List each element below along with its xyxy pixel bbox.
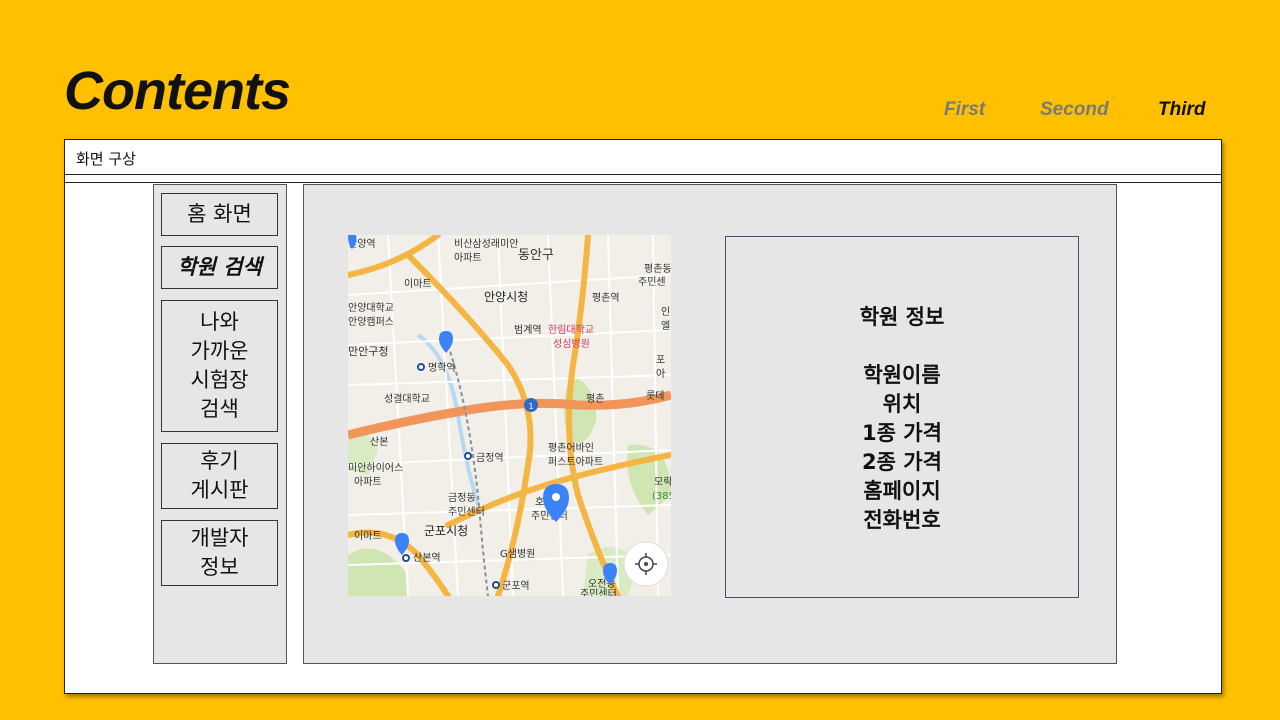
map-label: 군포시청 <box>424 524 468 538</box>
nav-second[interactable]: Second <box>1040 99 1109 123</box>
panel-divider <box>65 182 1221 183</box>
map-label: (385 <box>652 491 671 502</box>
academy-info-title: 학원 정보 <box>859 305 945 329</box>
map-label: 만안구청 <box>348 345 388 358</box>
map-label: 명학역 <box>428 362 456 374</box>
map-label: 금정역 <box>476 452 504 464</box>
map-label: G샘병원 <box>500 548 535 560</box>
map-label: 평촌역 <box>592 292 620 304</box>
map-label: 안양시청 <box>484 290 528 304</box>
nav-first[interactable]: First <box>944 99 985 123</box>
map-label: 모락 <box>654 476 671 488</box>
nav-third[interactable]: Third <box>1158 99 1206 123</box>
map-label: 아파트 <box>454 252 482 264</box>
map-label: 평촌 <box>586 393 604 405</box>
sidebar-item-academy-search[interactable]: 학원 검색 <box>161 246 278 289</box>
map-label: 산본역 <box>413 552 441 564</box>
sidebar-item-home[interactable]: 홈 화면 <box>161 193 278 236</box>
sidebar: 홈 화면 학원 검색 나와 가까운 시험장 검색 후기 게시판 개발자 정보 <box>153 184 287 664</box>
map-label: 포 <box>656 355 665 366</box>
field-class2-price: 2종 가격 <box>862 450 942 474</box>
map-label: 군포역 <box>502 580 530 592</box>
panel-header: 화면 구상 <box>65 140 1221 175</box>
map-label: 평촌동 <box>644 263 671 275</box>
sidebar-item-reviews[interactable]: 후기 게시판 <box>161 443 278 509</box>
map-label: 평촌어바인 <box>548 442 594 454</box>
content-panel: 화면 구상 홈 화면 학원 검색 나와 가까운 시험장 검색 후기 게시판 개발… <box>64 139 1222 694</box>
sidebar-item-nearby-test-site[interactable]: 나와 가까운 시험장 검색 <box>161 300 278 432</box>
field-academy-name: 학원이름 <box>863 363 941 387</box>
academy-info-box: 학원 정보 학원이름 위치 1종 가격 2종 가격 홈페이지 전화번호 <box>725 236 1079 598</box>
map-label: 주민센터 <box>448 506 485 518</box>
map-label: 이마트 <box>354 530 382 542</box>
map-label: 한림대학교 <box>548 324 594 336</box>
map-label: 롯데 <box>646 390 664 402</box>
field-homepage: 홈페이지 <box>863 479 941 503</box>
page-title: Contents <box>64 61 291 121</box>
map-label: 퍼스트아파트 <box>548 456 603 468</box>
academy-info-fields: 학원이름 위치 1종 가격 2종 가격 홈페이지 전화번호 <box>726 361 1078 535</box>
map-label: 성결대학교 <box>384 393 430 405</box>
map-label: 범계역 <box>514 324 542 336</box>
main-area: 1 비산삼성래미안 아파트 동안구 평촌동 주민센 이마트 안양시청 평촌역 안… <box>303 184 1117 664</box>
map-label: 인 <box>661 306 670 318</box>
map-label: 비산삼성래미안 <box>454 238 518 250</box>
map-label: 아파트 <box>354 476 382 488</box>
field-location: 위치 <box>882 392 922 416</box>
map-label: 안양캠퍼스 <box>348 316 394 328</box>
map-label: 금정동 <box>448 492 476 504</box>
map-label: 주민센터 <box>580 588 617 596</box>
field-class1-price: 1종 가격 <box>862 421 942 445</box>
map-label: 동안구 <box>518 248 554 263</box>
map-label: 주민센 <box>638 276 666 288</box>
current-location-icon[interactable] <box>623 541 669 587</box>
sidebar-item-developer[interactable]: 개발자 정보 <box>161 520 278 586</box>
panel-title: 화면 구상 <box>76 150 136 168</box>
map-label: 안양대학교 <box>348 302 394 314</box>
map-label: 성심병원 <box>553 338 590 350</box>
field-phone: 전화번호 <box>863 508 941 532</box>
svg-text:1: 1 <box>528 402 533 411</box>
map-label: 산본 <box>370 436 388 448</box>
highway-badge-icon: 1 <box>524 398 538 412</box>
map-label: 미안하이어스 <box>348 461 403 474</box>
map-label: 이마트 <box>404 278 432 290</box>
map-view[interactable]: 1 비산삼성래미안 아파트 동안구 평촌동 주민센 이마트 안양시청 평촌역 안… <box>348 235 671 596</box>
map-label: 아 <box>656 368 665 380</box>
map-label: 엘 <box>661 319 670 332</box>
